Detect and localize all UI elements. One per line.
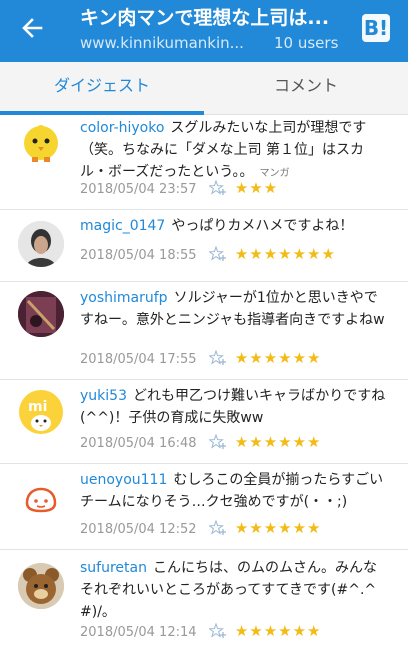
avatar[interactable] bbox=[18, 477, 64, 523]
comment-username[interactable]: yuki53 bbox=[80, 388, 127, 404]
comment-meta: 2018/05/04 23:57 ★★★ bbox=[80, 178, 278, 198]
comment-text: やっぱりカメハメですよね！ bbox=[171, 218, 354, 234]
page-title: キン肉マンで理想な上司は... bbox=[80, 7, 330, 29]
avatar[interactable] bbox=[18, 563, 64, 609]
list-item: color-hiyoko スグルみたいな上司が理想です（笑。ちなみに「ダメな上司 … bbox=[0, 115, 408, 210]
hatena-bookmark-icon[interactable]: B! bbox=[362, 14, 390, 42]
star-rating: ★★★★★★ bbox=[234, 349, 322, 367]
svg-text:mi: mi bbox=[28, 399, 47, 415]
comment-meta: 2018/05/04 12:52 ★★★★★★ bbox=[80, 518, 322, 538]
star-rating: ★★★★★★ bbox=[234, 622, 322, 640]
comment-username[interactable]: uenoyou111 bbox=[80, 472, 167, 488]
comment-meta: 2018/05/04 16:48 ★★★★★★ bbox=[80, 432, 322, 452]
list-item: yoshimarufp ソルジャーが1位かと思いきやですねー。意外とニンジャも指導… bbox=[0, 281, 408, 380]
comment-body: yuki53 どれも甲乙つけ難いキャラばかりですね(^^)！子供の育成に失敗ww bbox=[80, 385, 390, 429]
tab-bar: ダイジェスト コメント bbox=[0, 62, 408, 115]
avatar[interactable] bbox=[18, 119, 64, 165]
avatar[interactable] bbox=[18, 221, 64, 267]
page-url: www.kinnikumankin... bbox=[80, 34, 244, 52]
comment-timestamp: 2018/05/04 17:55 bbox=[80, 352, 197, 367]
comment-meta: 2018/05/04 12:14 ★★★★★★ bbox=[80, 621, 322, 641]
comment-meta: 2018/05/04 18:55 ★★★★★★★ bbox=[80, 244, 336, 264]
star-rating: ★★★★★★★ bbox=[234, 245, 336, 263]
comment-timestamp: 2018/05/04 16:48 bbox=[80, 436, 197, 451]
comment-body: sufuretan こんにちは、のムのムさん。みんなそれぞれいいところがあってすて… bbox=[80, 557, 390, 623]
comment-body: yoshimarufp ソルジャーが1位かと思いきやですねー。意外とニンジャも指導… bbox=[80, 287, 390, 331]
comment-timestamp: 2018/05/04 12:14 bbox=[80, 625, 197, 640]
back-arrow-icon bbox=[22, 18, 43, 38]
star-rating: ★★★★★★ bbox=[234, 433, 322, 451]
add-star-icon[interactable] bbox=[208, 623, 227, 639]
users-count: 10 users bbox=[274, 34, 339, 52]
add-star-icon[interactable] bbox=[208, 246, 227, 262]
comment-username[interactable]: sufuretan bbox=[80, 560, 147, 576]
tab-digest-label: ダイジェスト bbox=[53, 76, 150, 95]
add-star-icon[interactable] bbox=[208, 180, 227, 196]
comment-username[interactable]: color-hiyoko bbox=[80, 120, 164, 136]
tab-comments-label: コメント bbox=[273, 76, 338, 95]
tab-digest[interactable]: ダイジェスト bbox=[0, 62, 204, 115]
comment-timestamp: 2018/05/04 12:52 bbox=[80, 522, 197, 537]
comment-body: uenoyou111 むしろこの全員が揃ったらすごいチームになりそう…クセ強めです… bbox=[80, 469, 390, 513]
star-rating: ★★★★★★ bbox=[234, 519, 322, 537]
add-star-icon[interactable] bbox=[208, 520, 227, 536]
comment-username[interactable]: magic_0147 bbox=[80, 218, 165, 234]
avatar[interactable] bbox=[18, 291, 64, 337]
tab-comments[interactable]: コメント bbox=[204, 62, 408, 114]
comment-timestamp: 2018/05/04 23:57 bbox=[80, 182, 197, 197]
comment-body: color-hiyoko スグルみたいな上司が理想です（笑。ちなみに「ダメな上司 … bbox=[80, 117, 390, 185]
add-star-icon[interactable] bbox=[208, 434, 227, 450]
list-item: mi yuki53 どれも甲乙つけ難いキャラばかりですね(^^)！子供の育成に失敗… bbox=[0, 379, 408, 464]
back-button[interactable] bbox=[14, 13, 50, 43]
list-item: magic_0147 やっぱりカメハメですよね！ 2018/05/04 18:55… bbox=[0, 209, 408, 282]
comment-username[interactable]: yoshimarufp bbox=[80, 290, 168, 306]
list-item: sufuretan こんにちは、のムのムさん。みんなそれぞれいいところがあってすて… bbox=[0, 549, 408, 649]
list-item: uenoyou111 むしろこの全員が揃ったらすごいチームになりそう…クセ強めです… bbox=[0, 463, 408, 550]
comment-meta: 2018/05/04 17:55 ★★★★★★ bbox=[80, 348, 322, 368]
comment-body: magic_0147 やっぱりカメハメですよね！ bbox=[80, 215, 390, 237]
app-header: キン肉マンで理想な上司は... www.kinnikumankin... 10 … bbox=[0, 0, 408, 62]
add-star-icon[interactable] bbox=[208, 350, 227, 366]
star-rating: ★★★ bbox=[234, 179, 279, 197]
avatar[interactable]: mi bbox=[18, 389, 64, 435]
comment-timestamp: 2018/05/04 18:55 bbox=[80, 248, 197, 263]
